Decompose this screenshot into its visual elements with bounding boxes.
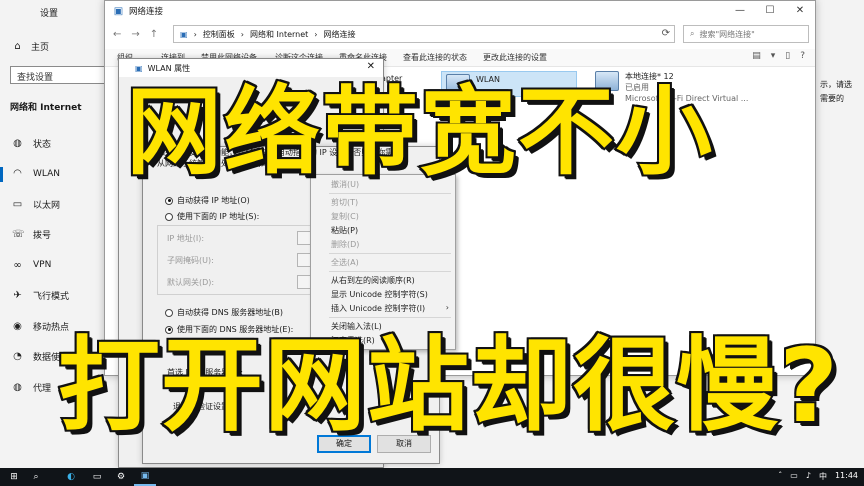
radio-label: 使用下面的 IP 地址(S):: [177, 212, 260, 221]
ethernet-icon: ▭: [12, 198, 23, 210]
gateway-label: 默认网关(D):: [167, 278, 215, 287]
menu-item-cut[interactable]: 剪切(T): [331, 197, 358, 208]
maximize-icon[interactable]: ☐: [755, 1, 785, 21]
network-connections-taskbar-icon[interactable]: ▣: [134, 468, 156, 486]
nav-label: 以太网: [33, 200, 61, 211]
nav-item-vpn[interactable]: ∞ VPN: [0, 250, 106, 281]
view-options-icon[interactable]: ▤: [752, 51, 761, 61]
address-row: ← → ↑ ▣ › 控制面板 › 网络和 Internet › 网络连接 ⟳ ⌕…: [105, 23, 815, 45]
menu-item-copy[interactable]: 复制(C): [331, 211, 359, 222]
globe-icon: ◍: [13, 381, 22, 393]
input-language[interactable]: 中: [819, 471, 827, 482]
right-text-line: 需要的: [820, 94, 844, 103]
radio-dot: [165, 196, 173, 205]
menu-item-delete[interactable]: 删除(D): [331, 239, 359, 250]
hotspot-icon: ◉: [13, 320, 22, 332]
system-tray: ˆ ▭ ♪ 中 11:44: [778, 471, 858, 482]
chevron-down-icon[interactable]: ▾: [771, 51, 776, 61]
settings-search-input[interactable]: 查找设置: [10, 66, 106, 84]
nav-label: 代理: [33, 383, 52, 394]
radio-dot: [165, 212, 173, 221]
caption-bottom: 打开网站却很慢?: [56, 325, 840, 448]
clock[interactable]: 11:44: [835, 471, 858, 482]
radio-auto-ip[interactable]: 自动获得 IP 地址(O): [165, 195, 250, 206]
netconn-title: 网络连接: [129, 7, 164, 17]
breadcrumb-item[interactable]: 网络和 Internet: [250, 29, 308, 40]
up-icon[interactable]: ↑: [150, 29, 158, 40]
nav-item-status[interactable]: ◍ 状态: [0, 128, 106, 159]
start-icon[interactable]: ⊞: [4, 468, 24, 486]
nav-label: VPN: [33, 260, 52, 271]
wifi-icon: ◠: [13, 168, 22, 180]
netconn-titlebar[interactable]: ▣ 网络连接: [105, 1, 815, 21]
data-usage-icon: ◔: [13, 351, 22, 363]
network-folder-icon: ▣: [113, 5, 124, 17]
dialup-icon: ☏: [12, 229, 25, 241]
ip-label: IP 地址(I):: [167, 234, 205, 243]
menu-separator: [329, 253, 451, 254]
radio-label: 自动获得 IP 地址(O): [177, 196, 250, 205]
home-label: 主页: [31, 43, 50, 53]
network-tray-icon[interactable]: ▭: [790, 471, 798, 482]
help-icon[interactable]: ?: [800, 51, 805, 61]
settings-gear-icon[interactable]: ⚙: [110, 468, 132, 486]
menu-item-show-unicode[interactable]: 显示 Unicode 控制字符(S): [331, 289, 428, 300]
minimize-icon[interactable]: —: [725, 1, 755, 21]
breadcrumb-item[interactable]: 控制面板: [203, 29, 235, 40]
section-title: 网络和 Internet: [10, 103, 82, 113]
globe-icon: ◍: [13, 137, 22, 149]
vpn-icon: ∞: [13, 259, 22, 271]
view-controls: ▤ ▾ ▯ ?: [752, 51, 805, 61]
edge-icon[interactable]: ◐: [60, 468, 82, 486]
airplane-icon: ✈: [13, 290, 22, 302]
right-text-line: 示，请选: [820, 80, 852, 89]
breadcrumb-sep: ›: [240, 29, 244, 39]
terminal-icon[interactable]: ▭: [86, 468, 108, 486]
netconn-search-input[interactable]: ⌕ 搜索"网络连接": [683, 25, 809, 43]
mask-label: 子网掩码(U):: [167, 256, 214, 265]
forward-icon[interactable]: →: [131, 29, 139, 40]
nav-label: 飞行模式: [33, 292, 70, 303]
refresh-icon[interactable]: ⟳: [662, 28, 670, 39]
nav-item-wlan[interactable]: ◠ WLAN: [0, 159, 106, 190]
nav-arrows: ← → ↑: [105, 29, 175, 40]
menu-separator: [329, 271, 451, 272]
radio-manual-ip[interactable]: 使用下面的 IP 地址(S):: [165, 211, 259, 222]
settings-right-text: 示，请选 需要的: [820, 78, 864, 106]
settings-title: 设置: [40, 9, 59, 19]
window-controls: — ☐ ✕: [725, 1, 815, 21]
home-link[interactable]: ⌂ 主页: [12, 40, 49, 53]
breadcrumb-sep: ›: [314, 29, 318, 39]
nav-label: 状态: [33, 139, 52, 150]
caption-top: 网络带宽不小: [124, 74, 714, 190]
netconn-search-placeholder: 搜索"网络连接": [699, 29, 755, 39]
home-icon: ⌂: [14, 41, 21, 52]
nav-item-ethernet[interactable]: ▭ 以太网: [0, 189, 106, 220]
close-icon[interactable]: ✕: [785, 1, 815, 21]
chevron-up-icon[interactable]: ˆ: [778, 471, 782, 482]
nav-label: WLAN: [33, 168, 61, 179]
address-folder-icon: ▣: [180, 29, 188, 39]
address-bar[interactable]: ▣ › 控制面板 › 网络和 Internet › 网络连接 ⟳: [173, 25, 675, 43]
back-icon[interactable]: ←: [113, 29, 121, 40]
search-icon[interactable]: ⌕: [26, 468, 46, 486]
breadcrumb-sep: ›: [193, 29, 197, 39]
volume-icon[interactable]: ♪: [806, 471, 811, 482]
pane-icon[interactable]: ▯: [785, 51, 790, 61]
menu-item-paste[interactable]: 粘贴(P): [331, 225, 358, 236]
menu-item-select-all[interactable]: 全选(A): [331, 257, 359, 268]
nav-item-dialup[interactable]: ☏ 拨号: [0, 220, 106, 251]
taskbar: ⊞ ⌕ ◐ ▭ ⚙ ▣ ˆ ▭ ♪ 中 11:44: [0, 468, 864, 486]
breadcrumb-item[interactable]: 网络连接: [323, 29, 355, 40]
menu-separator: [329, 193, 451, 194]
search-icon: ⌕: [690, 29, 695, 38]
menu-item-rtl[interactable]: 从右到左的阅读顺序(R): [331, 275, 415, 286]
nav-label: 拨号: [33, 231, 52, 242]
